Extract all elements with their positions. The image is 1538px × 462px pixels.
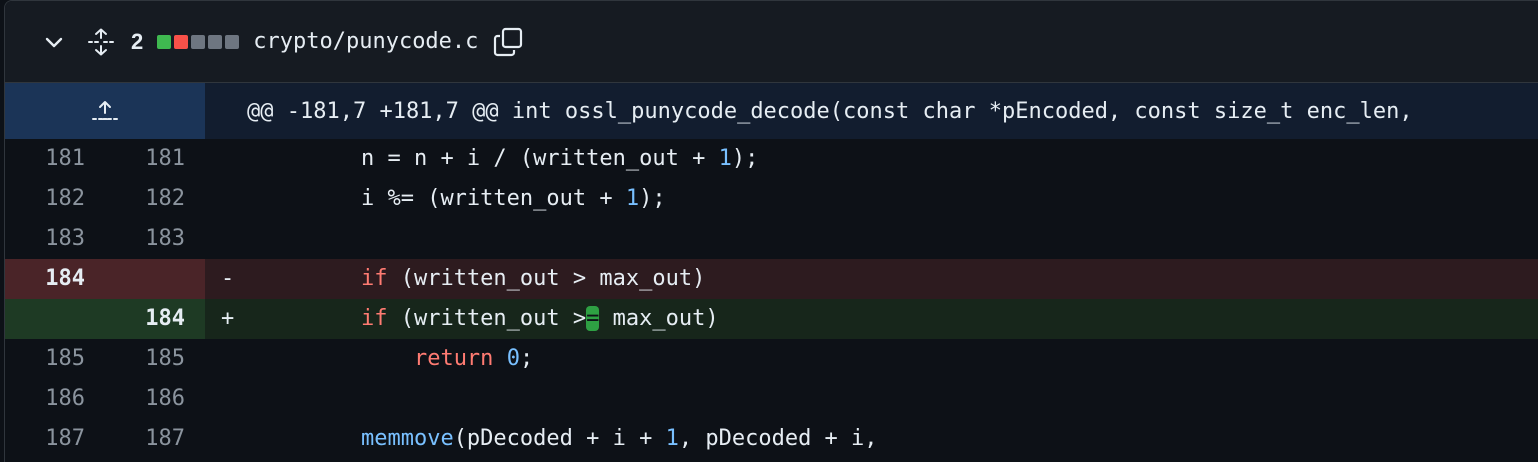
code-text: i %= (written_out + 1); [245,179,1538,219]
code-token: = [586,306,600,331]
old-line-number[interactable]: 187 [5,419,105,459]
code-text: memmove(pDecoded + i + 1, pDecoded + i, [245,419,1538,459]
diff-line-ctx: 185 185 return 0; [5,339,1538,379]
code-token: ); [639,186,666,211]
code-text: if (written_out > max_out) [245,259,1538,299]
new-line-number[interactable]: 182 [105,179,205,219]
new-line-number[interactable]: 183 [105,219,205,259]
code-token: return [413,346,494,371]
new-line-number[interactable]: 186 [105,379,205,419]
code-text: if (written_out >= max_out) [245,299,1538,339]
diffstat-block [208,34,223,49]
diff-sign: + [221,306,235,331]
code-token: n = n + i / (written_out + [360,146,719,171]
new-line-number[interactable] [105,259,205,299]
old-line-number[interactable]: 183 [5,219,105,259]
code-token: 0 [506,346,520,371]
code-token: if [360,266,388,291]
diff-sign [205,339,245,379]
new-line-number[interactable]: 187 [105,419,205,459]
old-line-number[interactable] [5,299,105,339]
new-line-number[interactable]: 184 [105,299,205,339]
diff-line-ctx: 187 187 memmove(pDecoded + i + 1, pDecode… [5,419,1538,459]
code-token: 1 [665,426,679,451]
old-line-number[interactable]: 181 [5,139,105,179]
code-token: memmove [360,426,454,451]
code-token: if [360,306,388,331]
code-token: 1 [625,186,640,211]
code-token: (written_out > max_out) [387,266,706,291]
diff-line-ctx: 183 183 [5,219,1538,259]
copy-icon[interactable] [492,26,524,58]
diffstat-block [191,34,206,49]
diffstat-block [157,34,172,49]
diff-line-del: 184 - if (written_out > max_out) [5,259,1538,299]
diff-line-ctx: 181 181 n = n + i / (written_out + 1); [5,139,1538,179]
diff-file: 2 crypto/punycode.c @@ -181,7 +181,7 @@ … [4,0,1538,462]
new-line-number[interactable]: 185 [105,339,205,379]
diff-sign [205,219,245,259]
code-token: ; [519,346,534,371]
diff-sign [205,379,245,419]
diff-line-ctx: 186 186 [5,379,1538,419]
code-token: max_out) [599,306,719,331]
old-line-number[interactable]: 186 [5,379,105,419]
old-line-number[interactable]: 185 [5,339,105,379]
old-line-number[interactable]: 182 [5,179,105,219]
code-token: (pDecoded + i + [453,426,666,451]
chevron-down-icon[interactable] [43,31,65,53]
diffstat-block [174,34,189,49]
code-text: n = n + i / (written_out + 1); [245,139,1538,179]
expand-up-icon [92,101,118,120]
code-token: ); [731,146,759,171]
old-line-number[interactable]: 184 [5,259,105,299]
diffstat-block [225,34,240,49]
code-text: return 0; [245,339,1538,379]
diff-lines: 181 181 n = n + i / (written_out + 1); 182… [5,139,1538,459]
diff-sign: - [221,266,235,291]
code-token: 1 [718,146,732,171]
code-token: i %= (written_out + [360,186,626,211]
new-line-number[interactable]: 181 [105,139,205,179]
diff-line-ctx: 182 182 i %= (written_out + 1); [5,179,1538,219]
code-token: (written_out > [387,306,587,331]
expand-up-button[interactable] [5,83,205,139]
code-token: , pDecoded + i, [678,426,878,451]
hunk-header: @@ -181,7 +181,7 @@ int ossl_punycode_de… [5,83,1538,139]
changes-count: 2 [131,28,144,54]
diff-sign [205,179,245,219]
diff-sign [205,139,245,179]
unfold-icon[interactable] [87,28,115,56]
diff-sign [205,419,245,459]
diffstat-bar [157,34,240,49]
file-path[interactable]: crypto/punycode.c [253,29,478,54]
diff-line-add: 184 + if (written_out >= max_out) [5,299,1538,339]
file-header: 2 crypto/punycode.c [5,1,1538,83]
hunk-header-text: @@ -181,7 +181,7 @@ int ossl_punycode_de… [205,83,1538,139]
